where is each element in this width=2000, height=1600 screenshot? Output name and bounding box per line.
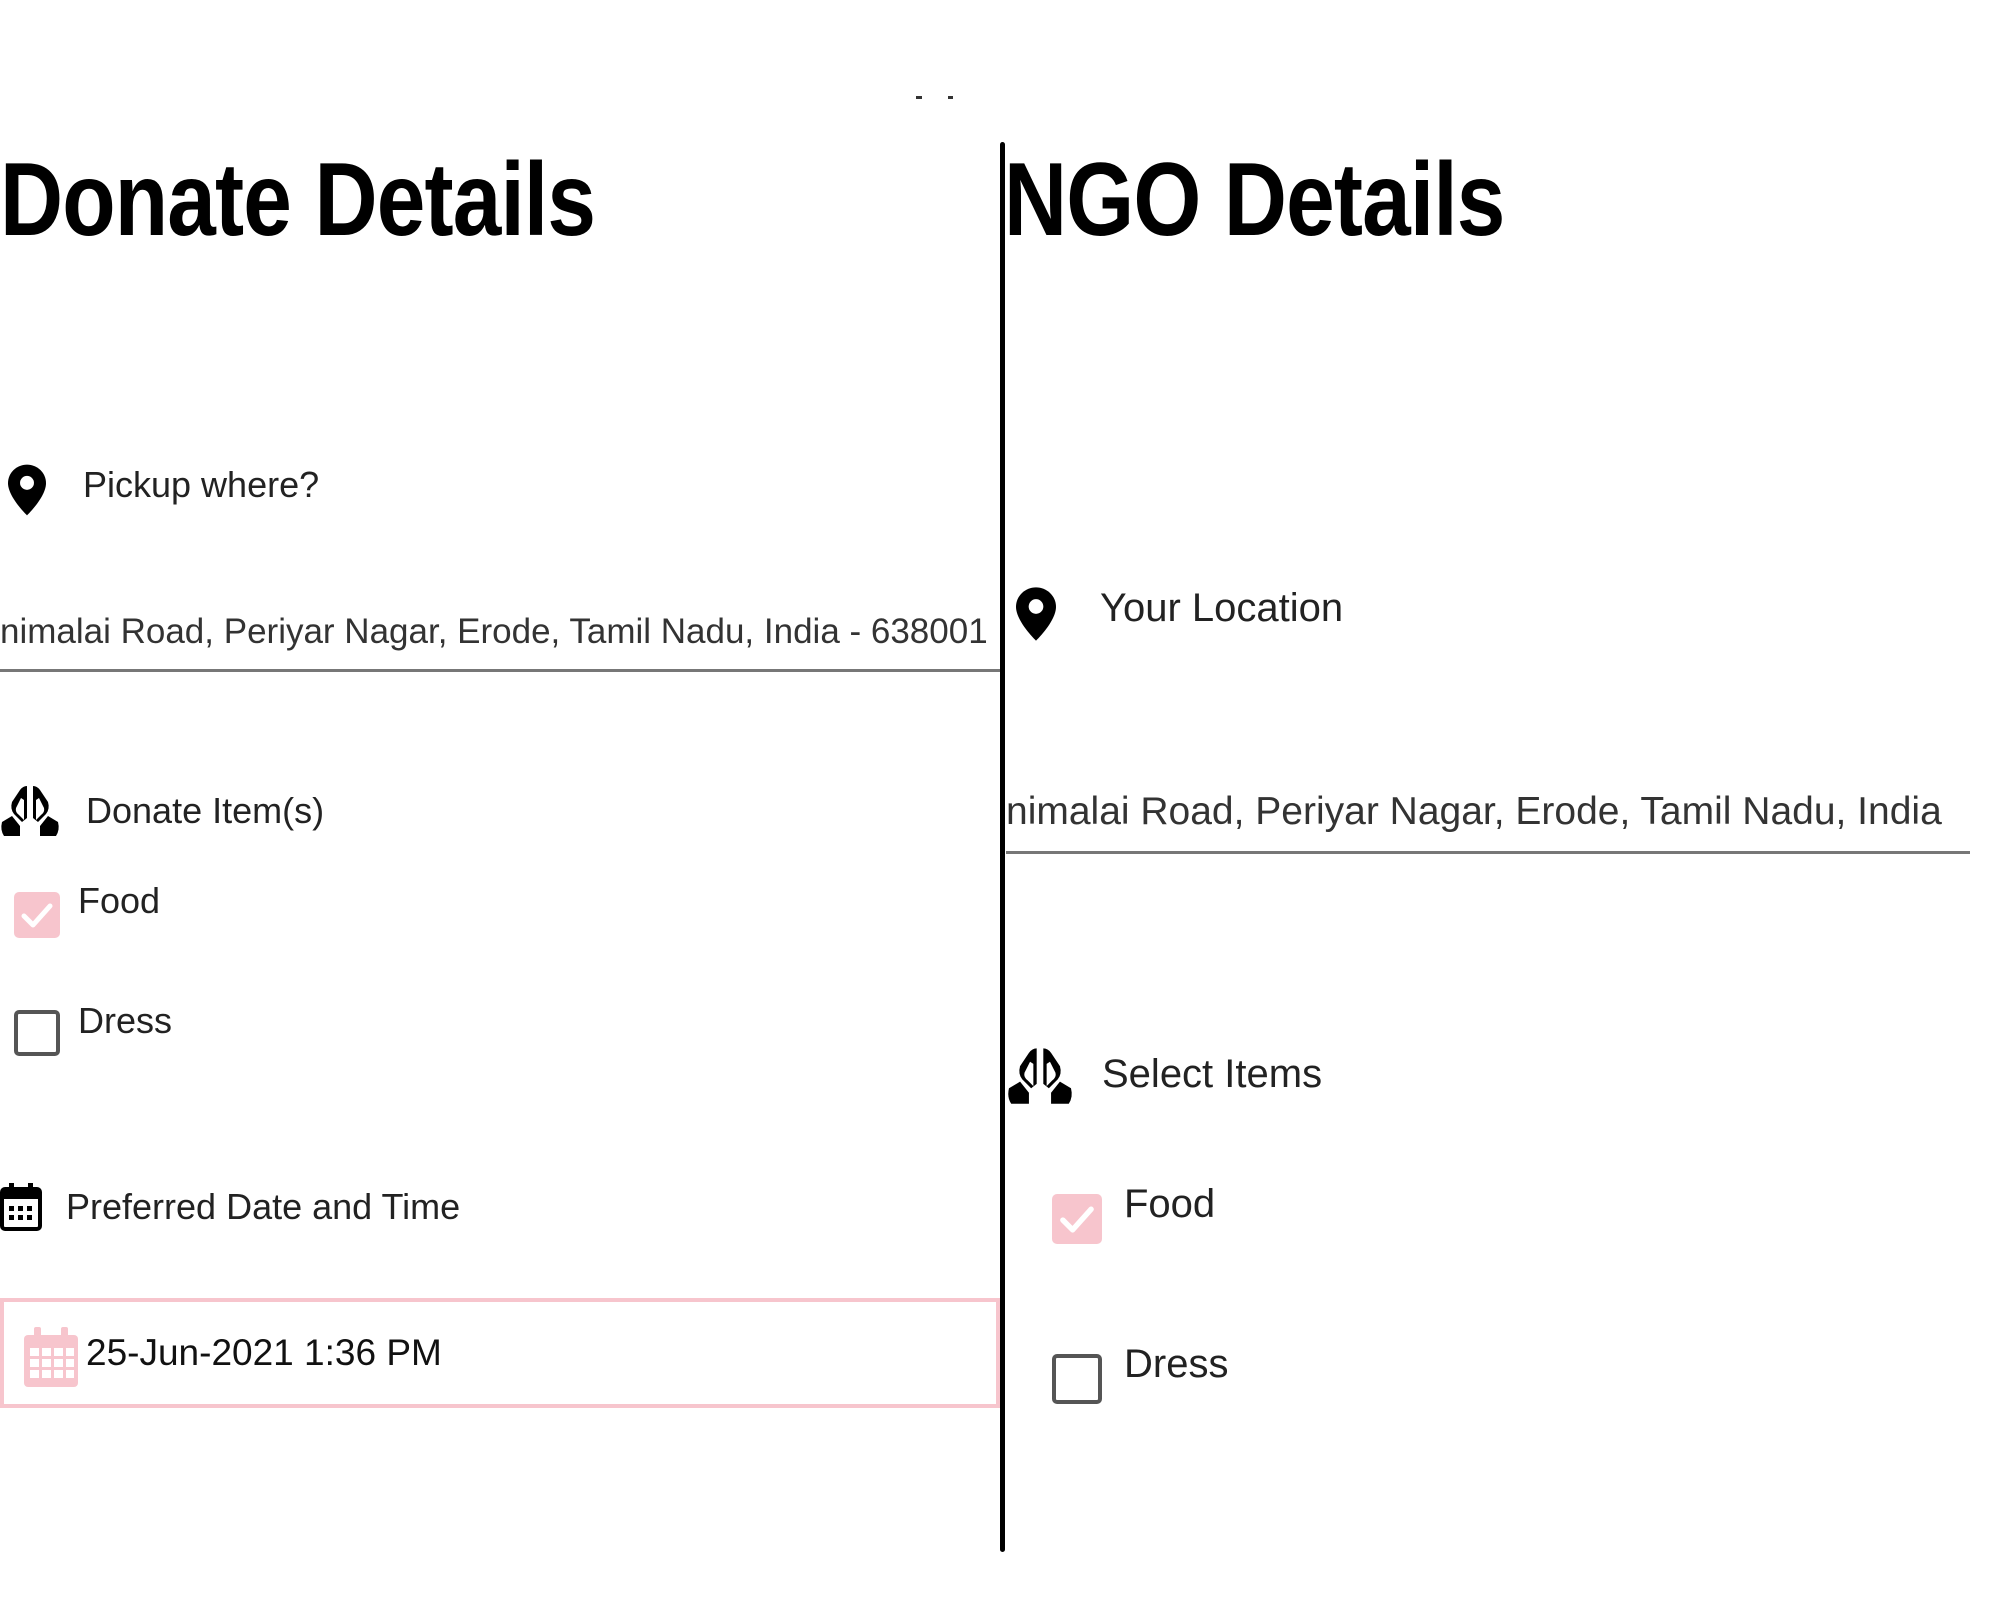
- calendar-icon: [0, 1182, 42, 1232]
- ngo-food-label[interactable]: Food: [1124, 1182, 1215, 1227]
- divider-speck: [948, 96, 953, 99]
- datetime-value: 25-Jun-2021 1:36 PM: [86, 1332, 442, 1373]
- pickup-address-value: nimalai Road, Periyar Nagar, Erode, Tami…: [0, 612, 988, 651]
- datetime-field[interactable]: 25-Jun-2021 1:36 PM: [0, 1298, 1000, 1408]
- map-pin-icon: [1016, 586, 1056, 642]
- ngo-food-checkbox[interactable]: [1052, 1194, 1102, 1244]
- divider-speck: [916, 96, 922, 99]
- ngo-location-value: nimalai Road, Periyar Nagar, Erode, Tami…: [1006, 790, 1942, 833]
- donate-dress-checkbox[interactable]: [14, 1010, 60, 1056]
- donate-details-title: Donate Details: [0, 142, 596, 258]
- checkmark-icon: [21, 903, 53, 928]
- panel-divider: [1000, 142, 1005, 1552]
- pickup-where-label: Pickup where?: [83, 464, 320, 505]
- donate-dress-label[interactable]: Dress: [78, 1000, 172, 1042]
- select-items-label: Select Items: [1102, 1052, 1323, 1096]
- map-pin-icon: [8, 464, 46, 516]
- praying-hands-icon: [1006, 1044, 1074, 1106]
- ngo-dress-checkbox[interactable]: [1052, 1354, 1102, 1404]
- ngo-dress-label[interactable]: Dress: [1124, 1342, 1228, 1387]
- pickup-address-field[interactable]: nimalai Road, Periyar Nagar, Erode, Tami…: [0, 612, 1000, 672]
- calendar-icon: [22, 1326, 80, 1390]
- donate-food-label[interactable]: Food: [78, 880, 160, 922]
- your-location-label: Your Location: [1100, 586, 1344, 630]
- ngo-details-title: NGO Details: [1004, 142, 1505, 258]
- donate-food-checkbox[interactable]: [14, 892, 60, 938]
- checkmark-icon: [1060, 1206, 1094, 1233]
- praying-hands-icon: [0, 782, 60, 838]
- ngo-location-field[interactable]: nimalai Road, Periyar Nagar, Erode, Tami…: [1006, 790, 1970, 854]
- donate-items-label: Donate Item(s): [86, 790, 325, 831]
- preferred-datetime-label: Preferred Date and Time: [66, 1186, 461, 1227]
